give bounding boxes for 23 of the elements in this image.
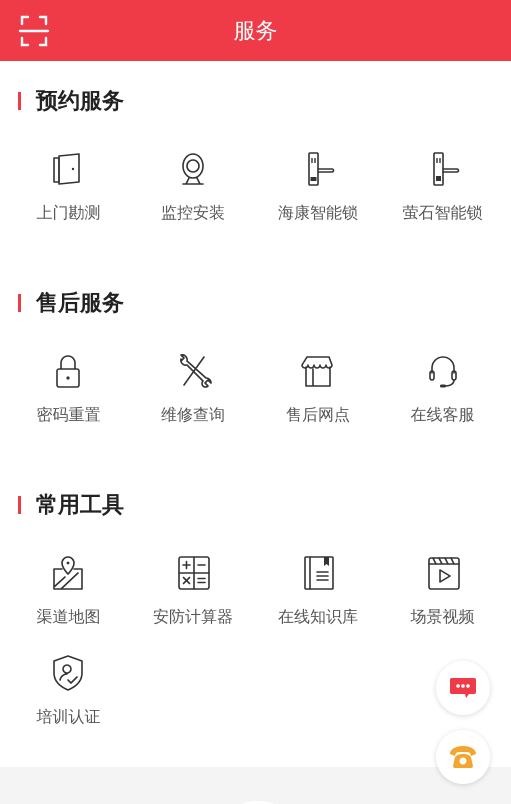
- service-label[interactable]: 密码重置: [36, 405, 100, 426]
- page-title: 服务: [234, 18, 278, 46]
- scan-icon[interactable]: [18, 15, 50, 47]
- service-label[interactable]: 萤石智能锁: [402, 203, 483, 224]
- service-label[interactable]: 上门勘测: [36, 203, 100, 224]
- service-label[interactable]: 海康智能锁: [278, 203, 358, 224]
- section-marker: [18, 496, 21, 514]
- section-marker: [18, 92, 21, 110]
- phone-icon: [449, 745, 477, 769]
- service-label[interactable]: 在线客服: [410, 405, 475, 426]
- service-label[interactable]: 监控安装: [161, 203, 226, 224]
- service-label[interactable]: 售后网点: [286, 405, 350, 426]
- service-label[interactable]: 渠道地图: [36, 607, 100, 628]
- service-label[interactable]: 维修查询: [161, 405, 226, 426]
- section-title: 预约服务: [36, 88, 124, 116]
- section-title: 常用工具: [36, 492, 124, 520]
- chat-bubble-icon: [449, 676, 477, 700]
- service-label[interactable]: 安防计算器: [153, 607, 234, 628]
- section-title: 售后服务: [36, 290, 124, 318]
- service-label[interactable]: 场景视频: [410, 607, 475, 628]
- service-label[interactable]: 培训认证: [36, 707, 100, 728]
- section-marker: [18, 294, 21, 312]
- service-label[interactable]: 在线知识库: [278, 607, 358, 628]
